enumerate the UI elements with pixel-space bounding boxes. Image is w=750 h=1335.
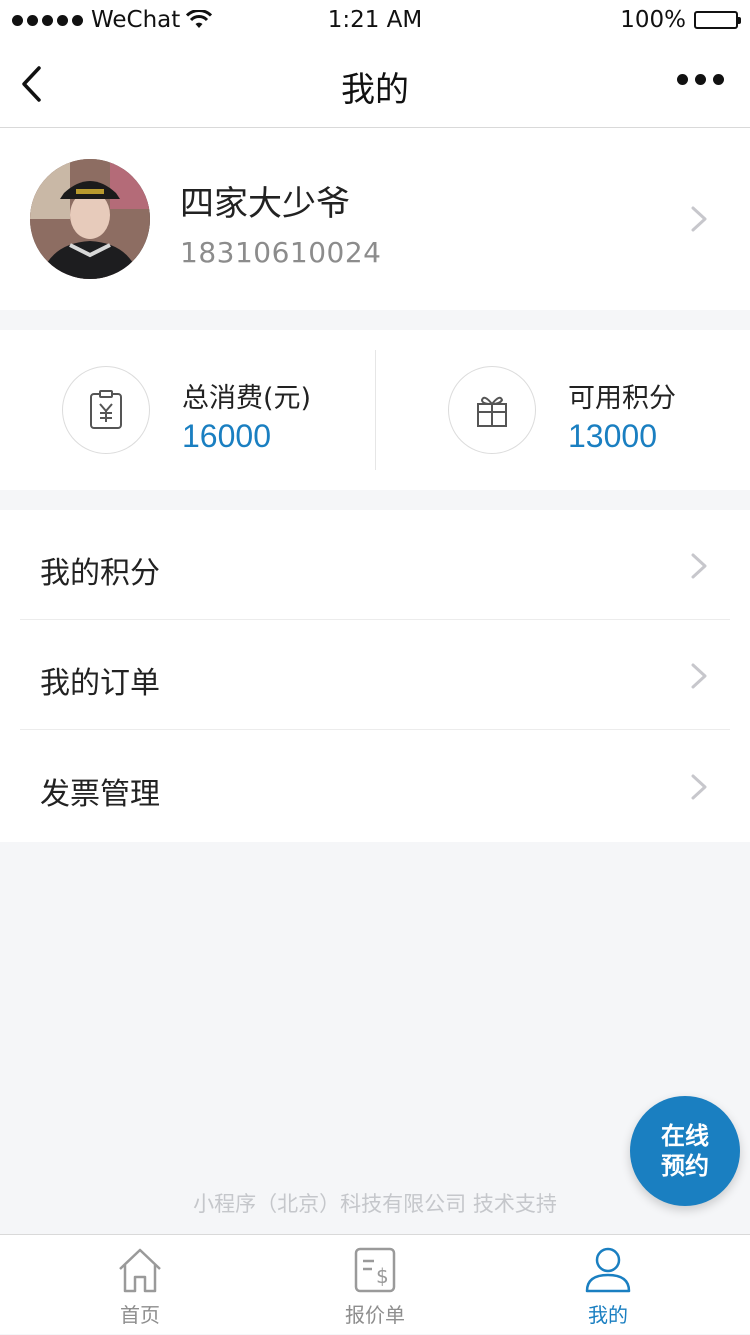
menu-item-label: 发票管理: [40, 777, 160, 812]
stat-label: 总消费(元): [182, 383, 312, 414]
stat-value: 13000: [568, 418, 657, 454]
online-booking-button[interactable]: 在线 预约: [630, 1096, 740, 1206]
stat-points[interactable]: 可用积分 13000: [375, 350, 750, 470]
home-icon: [119, 1248, 161, 1293]
yuan-receipt-icon: [62, 366, 150, 454]
page-title: 我的: [341, 70, 409, 110]
tab-bar: 首页 $ 报价单 我的: [0, 1234, 750, 1334]
fab-label-line2: 预约: [661, 1152, 709, 1180]
user-phone: 18310610024: [180, 236, 382, 269]
avatar-portrait-icon: [30, 159, 150, 279]
tab-home[interactable]: 首页: [15, 1245, 265, 1335]
quote-icon: $: [354, 1247, 396, 1293]
stats-panel: 总消费(元) 16000 可用积分 13000: [0, 330, 750, 490]
tab-me[interactable]: 我的: [483, 1245, 733, 1335]
stat-label: 可用积分: [568, 383, 676, 414]
battery-percent: 100%: [620, 7, 686, 33]
stat-value: 16000: [182, 418, 271, 454]
user-name: 四家大少爷: [180, 184, 350, 224]
svg-text:$: $: [376, 1264, 389, 1288]
gift-icon: [448, 366, 536, 454]
menu-item-label: 我的积分: [40, 556, 160, 591]
battery-icon: [694, 11, 741, 29]
tab-quote[interactable]: $ 报价单: [250, 1245, 500, 1335]
menu-item-label: 我的订单: [40, 666, 160, 701]
chevron-right-icon: [691, 206, 707, 232]
menu-item-my-orders[interactable]: 我的订单: [0, 620, 750, 730]
fab-label-line1: 在线: [661, 1122, 709, 1150]
tech-support-credit: 小程序（北京）科技有限公司 技术支持: [193, 1192, 557, 1216]
chevron-right-icon: [691, 774, 707, 800]
menu-item-my-points[interactable]: 我的积分: [0, 510, 750, 620]
chevron-right-icon: [691, 553, 707, 579]
menu-list: 我的积分 我的订单 发票管理: [0, 510, 750, 842]
tab-label: 首页: [120, 1303, 160, 1327]
status-bar: WeChat 1:21 AM 100%: [0, 0, 750, 40]
chevron-right-icon: [691, 663, 707, 689]
stat-total-spend[interactable]: 总消费(元) 16000: [0, 330, 375, 490]
tab-label: 我的: [588, 1303, 628, 1327]
nav-bar: 我的: [0, 40, 750, 128]
battery-group: 100%: [620, 7, 741, 33]
avatar: [30, 159, 150, 279]
user-icon: [585, 1247, 631, 1293]
more-menu-icon[interactable]: [677, 74, 724, 85]
profile-card[interactable]: 四家大少爷 18310610024: [0, 128, 750, 310]
menu-item-invoice-management[interactable]: 发票管理: [0, 731, 750, 841]
tab-label: 报价单: [345, 1303, 405, 1327]
